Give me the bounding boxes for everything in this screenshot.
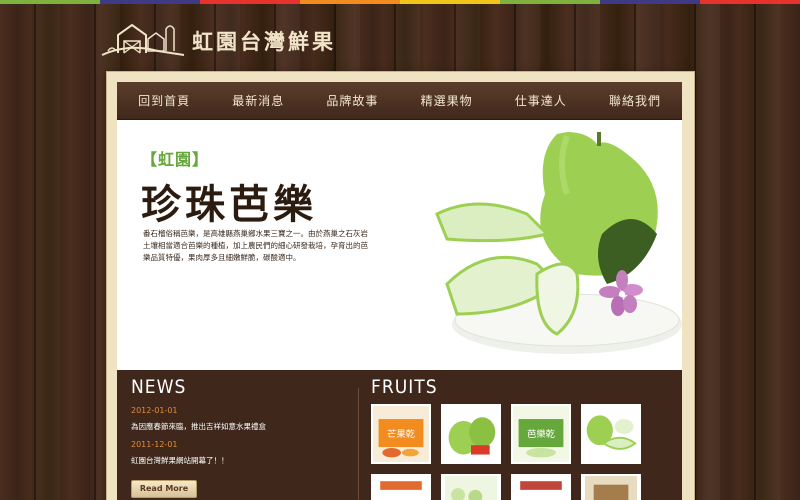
fruit-thumbnails-row2 <box>371 474 671 500</box>
guava-photo <box>435 132 682 354</box>
strip-segment <box>200 0 300 4</box>
banner-description: 番石榴俗稱芭樂，是高雄縣燕巢鄉水果三寶之一。由於燕巢之石灰岩土壤相當適合芭樂的種… <box>143 229 368 262</box>
fruit-thumbnail-mango[interactable]: 芒果乾 <box>371 404 431 464</box>
strip-segment <box>0 0 100 4</box>
fruit-label: 芭樂乾 <box>527 428 555 440</box>
strip-segment <box>400 0 500 4</box>
nav-featured-fruits[interactable]: 精選果物 <box>400 92 494 109</box>
strip-segment <box>600 0 700 4</box>
strip-segment <box>300 0 400 4</box>
fruit-label: 芒果乾 <box>387 428 415 440</box>
nav-news[interactable]: 最新消息 <box>211 92 305 109</box>
fruit-thumbnail[interactable] <box>511 474 571 500</box>
fruit-thumbnail-guava-dried[interactable]: 芭樂乾 <box>511 404 571 464</box>
nav-home[interactable]: 回到首頁 <box>117 92 211 109</box>
fruits-section: FRUITS 芒果乾 芭樂乾 <box>371 376 671 500</box>
site-name: 虹園台灣鮮果 <box>192 30 336 54</box>
guava-slices-icon <box>583 406 639 462</box>
farmhouse-logo-icon <box>101 23 185 56</box>
fruit-box-icon <box>585 476 637 500</box>
package-icon <box>515 476 567 500</box>
column-divider <box>358 388 359 500</box>
nav-brand-story[interactable]: 品牌故事 <box>305 92 399 109</box>
mango-package-icon: 芒果乾 <box>373 406 429 462</box>
guava-package-icon: 芭樂乾 <box>513 406 569 462</box>
brand-tag: 【虹園】 <box>141 150 210 169</box>
nav-experts[interactable]: 仕事達人 <box>494 92 588 109</box>
read-more-button[interactable]: Read More <box>131 480 197 498</box>
news-date: 2011-12-01 <box>131 440 178 449</box>
site-logo[interactable]: 虹園台灣鮮果 <box>98 14 336 62</box>
news-item-link[interactable]: 為因應春節來臨，推出吉祥如意水果禮盒 <box>131 421 346 432</box>
color-strip <box>0 0 800 4</box>
bottom-panel: NEWS 2012-01-01 為因應春節來臨，推出吉祥如意水果禮盒 2011-… <box>117 370 682 500</box>
fruit-thumbnail-guava-slices[interactable] <box>581 404 641 464</box>
fruit-thumbnail[interactable] <box>581 474 641 500</box>
main-nav: 回到首頁 最新消息 品牌故事 精選果物 仕事達人 聯絡我們 <box>117 82 682 120</box>
fruit-pile-icon <box>445 476 497 500</box>
strip-segment <box>500 0 600 4</box>
fruits-heading: FRUITS <box>371 376 438 398</box>
strip-segment <box>100 0 200 4</box>
fruit-thumbnails: 芒果乾 芭樂乾 <box>371 404 671 464</box>
guava-icon <box>443 406 499 462</box>
news-item-link[interactable]: 虹園台灣鮮果網站開幕了！！ <box>131 455 346 466</box>
nav-contact[interactable]: 聯絡我們 <box>588 92 682 109</box>
banner-headline: 珍珠芭樂 <box>141 181 317 228</box>
content-frame: 回到首頁 最新消息 品牌故事 精選果物 仕事達人 聯絡我們 【虹園】 珍珠芭樂 … <box>107 72 694 500</box>
fruit-thumbnail-guava[interactable] <box>441 404 501 464</box>
hero-banner: 【虹園】 珍珠芭樂 番石榴俗稱芭樂，是高雄縣燕巢鄉水果三寶之一。由於燕巢之石灰岩… <box>117 120 682 370</box>
news-date: 2012-01-01 <box>131 406 178 415</box>
news-section: NEWS 2012-01-01 為因應春節來臨，推出吉祥如意水果禮盒 2011-… <box>131 376 346 498</box>
strip-segment <box>700 0 800 4</box>
fruit-thumbnail[interactable] <box>371 474 431 500</box>
content-area: 回到首頁 最新消息 品牌故事 精選果物 仕事達人 聯絡我們 【虹園】 珍珠芭樂 … <box>117 82 682 500</box>
fruit-thumbnail[interactable] <box>441 474 501 500</box>
news-heading: NEWS <box>131 376 187 398</box>
package-icon <box>375 476 427 500</box>
